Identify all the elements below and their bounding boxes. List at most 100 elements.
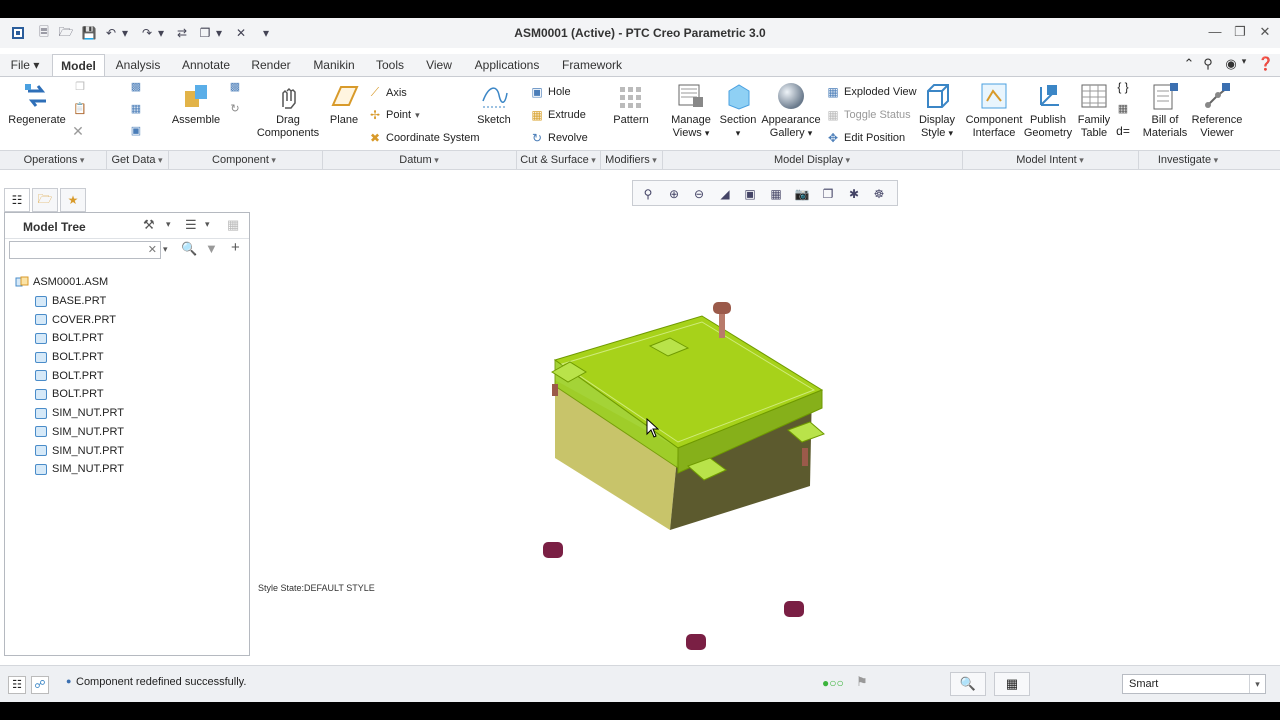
- revolve-button[interactable]: ↻ Revolve: [530, 131, 588, 145]
- switch-dimensions-icon[interactable]: d=: [1114, 125, 1132, 138]
- family-table-button[interactable]: Family Table: [1072, 81, 1116, 140]
- refit-icon[interactable]: ⚲: [639, 185, 657, 203]
- selection-filter-dropdown[interactable]: Smart ▾: [1122, 674, 1266, 694]
- tab-manikin[interactable]: Manikin: [306, 54, 362, 76]
- plane-button[interactable]: Plane: [326, 81, 362, 127]
- find-icon[interactable]: 🔍: [181, 241, 197, 257]
- group-modifiers[interactable]: Modifiers: [600, 154, 662, 166]
- group-component[interactable]: Component: [168, 154, 320, 166]
- display-style-dropdown-icon[interactable]: ▾: [949, 128, 954, 138]
- add-icon[interactable]: +: [231, 239, 240, 256]
- chevron-down-icon[interactable]: ▾: [1249, 675, 1265, 693]
- community-icon[interactable]: ◉: [1222, 56, 1240, 74]
- manage-views-dropdown-icon[interactable]: ▾: [705, 128, 710, 138]
- parameters-icon[interactable]: ▦: [1114, 103, 1132, 116]
- help-icon[interactable]: ❓: [1257, 56, 1275, 74]
- flag-icon[interactable]: ⚑: [856, 674, 868, 690]
- group-operations[interactable]: Operations: [4, 154, 104, 166]
- publish-geometry-button[interactable]: Publish Geometry: [1020, 81, 1076, 140]
- selected-items-icon[interactable]: ▦: [994, 672, 1030, 696]
- tree-columns-icon[interactable]: ▦: [227, 217, 239, 233]
- copy-icon[interactable]: ❐: [70, 81, 90, 94]
- search-icon[interactable]: ⚲: [1199, 56, 1217, 74]
- tree-item-bolt[interactable]: BOLT.PRT: [5, 385, 249, 404]
- group-model-display[interactable]: Model Display: [662, 154, 962, 166]
- restore-icon[interactable]: ❐: [1231, 24, 1249, 42]
- perspective-view-icon[interactable]: ❐: [819, 185, 837, 203]
- hole-button[interactable]: ▣ Hole: [530, 85, 570, 99]
- tree-item-base[interactable]: BASE.PRT: [5, 292, 249, 311]
- favorites-tab-icon[interactable]: ★: [60, 188, 86, 212]
- axis-button[interactable]: ⟋ Axis: [368, 85, 407, 100]
- tree-item-bolt[interactable]: BOLT.PRT: [5, 348, 249, 367]
- drag-components-button[interactable]: Drag Components: [256, 81, 320, 140]
- bill-of-materials-button[interactable]: Bill of Materials: [1138, 81, 1192, 140]
- filter-icon[interactable]: ▼: [205, 241, 218, 256]
- tree-root-asm0001[interactable]: ASM0001.ASM: [5, 273, 249, 292]
- user-defined-feature-icon[interactable]: ▩: [126, 81, 146, 94]
- show-navigator-icon[interactable]: ☷: [8, 676, 26, 694]
- paste-icon[interactable]: 📋: [70, 103, 90, 116]
- model-tree-tab-icon[interactable]: ☷: [4, 188, 30, 212]
- tab-tools[interactable]: Tools: [370, 54, 410, 76]
- clear-search-icon[interactable]: ✕: [148, 243, 157, 256]
- tree-item-sim-nut[interactable]: SIM_NUT.PRT: [5, 460, 249, 479]
- appearance-gallery-button[interactable]: Appearance Gallery ▾: [760, 81, 822, 140]
- exploded-view-button[interactable]: ▦ Exploded View: [826, 85, 916, 99]
- reference-viewer-button[interactable]: Reference Viewer: [1190, 81, 1244, 140]
- appearance-dropdown-icon[interactable]: ▾: [808, 128, 813, 138]
- pattern-button[interactable]: Pattern: [608, 81, 654, 127]
- show-icon[interactable]: ☰: [185, 217, 197, 233]
- group-investigate[interactable]: Investigate: [1138, 154, 1238, 166]
- minimize-ribbon-icon[interactable]: ⌃: [1180, 56, 1198, 74]
- zoom-in-icon[interactable]: ⊕: [665, 185, 683, 203]
- tab-model[interactable]: Model: [52, 54, 105, 76]
- tree-item-sim-nut[interactable]: SIM_NUT.PRT: [5, 423, 249, 442]
- repeat-icon[interactable]: ↻: [226, 103, 244, 116]
- display-style-icon[interactable]: ▣: [741, 185, 759, 203]
- regenerate-button[interactable]: Regenerate: [6, 81, 68, 127]
- tab-annotate[interactable]: Annotate: [176, 54, 236, 76]
- show-browser-icon[interactable]: ☍: [31, 676, 49, 694]
- spin-center-icon[interactable]: ☸: [870, 185, 888, 203]
- delete-icon[interactable]: ✕: [68, 124, 88, 138]
- group-get-data[interactable]: Get Data: [106, 154, 168, 166]
- find-icon[interactable]: 🔍: [950, 672, 986, 696]
- datum-display-filters-icon[interactable]: ✱: [845, 185, 863, 203]
- shrinkwrap-icon[interactable]: ▣: [126, 125, 146, 138]
- tree-settings-icon[interactable]: ⚒: [143, 217, 155, 233]
- tab-framework[interactable]: Framework: [556, 54, 628, 76]
- tab-view[interactable]: View: [420, 54, 458, 76]
- manage-views-button[interactable]: Manage Views ▾: [664, 81, 718, 140]
- copy-geometry-icon[interactable]: ▦: [126, 103, 146, 116]
- saved-orientations-icon[interactable]: ▦: [767, 185, 785, 203]
- tree-item-sim-nut[interactable]: SIM_NUT.PRT: [5, 441, 249, 460]
- section-button[interactable]: Section ▾: [716, 81, 760, 140]
- repaint-icon[interactable]: ◢: [716, 185, 734, 203]
- edit-position-button[interactable]: ✥ Edit Position: [826, 131, 905, 145]
- coordinate-system-button[interactable]: ✖ Coordinate System: [368, 131, 480, 145]
- close-icon[interactable]: ✕: [1256, 24, 1274, 42]
- toggle-status-button[interactable]: ▦ Toggle Status: [826, 108, 910, 122]
- folder-browser-tab-icon[interactable]: 🗁: [32, 188, 58, 212]
- tab-analysis[interactable]: Analysis: [110, 54, 166, 76]
- group-model-intent[interactable]: Model Intent: [962, 154, 1138, 166]
- group-datum[interactable]: Datum: [322, 154, 516, 166]
- show-dropdown-icon[interactable]: ▾: [205, 219, 210, 230]
- tree-item-bolt[interactable]: BOLT.PRT: [5, 366, 249, 385]
- assemble-button[interactable]: Assemble: [168, 81, 224, 127]
- tab-render[interactable]: Render: [246, 54, 296, 76]
- tree-item-cover[interactable]: COVER.PRT: [5, 310, 249, 329]
- zoom-out-icon[interactable]: ⊖: [690, 185, 708, 203]
- community-dropdown-icon[interactable]: ▾: [1239, 56, 1249, 74]
- relations-icon[interactable]: { }: [1114, 81, 1132, 94]
- component-interface-button[interactable]: Component Interface: [964, 81, 1024, 140]
- minimize-icon[interactable]: —: [1206, 24, 1224, 42]
- tree-search-input[interactable]: ✕: [9, 241, 161, 259]
- view-manager-icon[interactable]: 📷: [793, 185, 811, 203]
- point-button[interactable]: ✢ Point ▾: [368, 108, 420, 122]
- create-component-icon[interactable]: ▩: [226, 81, 244, 94]
- display-style-button[interactable]: Display Style ▾: [914, 81, 960, 140]
- model-viewport[interactable]: [500, 268, 860, 668]
- sketch-button[interactable]: Sketch: [474, 81, 514, 127]
